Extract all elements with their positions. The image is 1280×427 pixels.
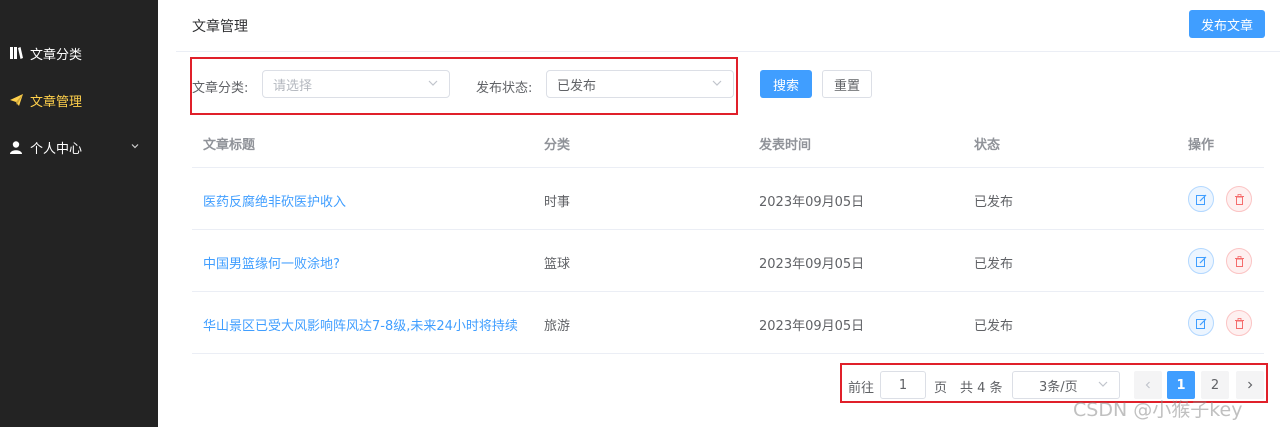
article-category: 时事	[544, 195, 571, 210]
sidebar-item-label: 文章分类	[30, 47, 83, 63]
article-table: 文章标题 分类 发表时间 状态 操作 医药反腐绝非砍医护收入 时事 2023年0…	[192, 115, 1264, 354]
book-icon	[8, 47, 24, 59]
page-size-value: 3条/页	[1039, 379, 1078, 395]
chevron-down-icon	[130, 140, 140, 155]
delete-button[interactable]	[1226, 248, 1252, 274]
article-date: 2023年09月05日	[759, 319, 865, 334]
category-select[interactable]: 请选择	[262, 70, 450, 98]
content-gutter	[158, 0, 176, 427]
column-header-status: 状态	[974, 138, 1001, 153]
publish-article-button[interactable]: 发布文章	[1189, 10, 1265, 38]
article-title-link[interactable]: 华山景区已受大风影响阵风达7-8级,未来24小时将持续	[203, 315, 518, 334]
article-date: 2023年09月05日	[759, 195, 865, 210]
main-panel: 文章管理 发布文章 文章分类: 请选择 发布状态: 已发布 搜索 重置 文章标题…	[176, 0, 1280, 427]
edit-button[interactable]	[1188, 186, 1214, 212]
article-title-link[interactable]: 中国男篮缘何一败涂地?	[203, 253, 340, 272]
table-row: 华山景区已受大风影响阵风达7-8级,未来24小时将持续 旅游 2023年09月0…	[192, 292, 1264, 354]
sidebar-item-article-management[interactable]: 文章管理	[0, 76, 158, 124]
user-icon	[8, 140, 24, 154]
trash-icon	[1234, 317, 1244, 329]
article-status: 已发布	[974, 319, 1014, 334]
sidebar-item-article-category[interactable]: 文章分类	[0, 29, 158, 77]
article-title-link[interactable]: 医药反腐绝非砍医护收入	[203, 191, 346, 210]
chevron-down-icon	[711, 77, 723, 93]
article-status: 已发布	[974, 195, 1014, 210]
status-filter-label: 发布状态:	[476, 81, 533, 96]
column-header-date: 发表时间	[759, 138, 812, 153]
sidebar: 文章分类 文章管理 个人中心	[0, 0, 158, 427]
page-title: 文章管理	[192, 19, 248, 35]
trash-icon	[1234, 193, 1244, 205]
chevron-left-icon	[1145, 381, 1150, 389]
delete-button[interactable]	[1226, 310, 1252, 336]
edit-icon	[1195, 256, 1206, 267]
sidebar-item-personal-center[interactable]: 个人中心	[0, 123, 158, 171]
table-row: 医药反腐绝非砍医护收入 时事 2023年09月05日 已发布	[192, 168, 1264, 230]
goto-suffix: 页	[934, 381, 948, 396]
send-icon	[8, 94, 24, 106]
status-select-value: 已发布	[557, 78, 597, 94]
delete-button[interactable]	[1226, 186, 1252, 212]
goto-page-input[interactable]	[880, 371, 926, 399]
edit-button[interactable]	[1188, 310, 1214, 336]
edit-icon	[1195, 194, 1206, 205]
chevron-right-icon	[1248, 381, 1253, 389]
chevron-down-icon	[1097, 378, 1109, 394]
column-header-category: 分类	[544, 138, 571, 153]
watermark: CSDN @小猴子key	[1073, 399, 1243, 421]
article-category: 旅游	[544, 319, 571, 334]
column-header-title: 文章标题	[203, 138, 256, 153]
chevron-down-icon	[427, 77, 439, 93]
article-date: 2023年09月05日	[759, 257, 865, 272]
page-header: 文章管理 发布文章	[176, 0, 1280, 52]
category-filter-label: 文章分类:	[192, 81, 249, 96]
sidebar-item-label: 文章管理	[30, 94, 83, 110]
status-select[interactable]: 已发布	[546, 70, 734, 98]
column-header-actions: 操作	[1188, 138, 1215, 153]
reset-button[interactable]: 重置	[822, 70, 872, 98]
edit-icon	[1195, 318, 1206, 329]
sidebar-item-label: 个人中心	[30, 141, 83, 157]
table-header: 文章标题 分类 发表时间 状态 操作	[192, 115, 1264, 168]
trash-icon	[1234, 255, 1244, 267]
search-button[interactable]: 搜索	[760, 70, 812, 98]
edit-button[interactable]	[1188, 248, 1214, 274]
goto-prefix: 前往	[848, 381, 875, 396]
total-count: 共 4 条	[960, 381, 1003, 396]
article-status: 已发布	[974, 257, 1014, 272]
table-row: 中国男篮缘何一败涂地? 篮球 2023年09月05日 已发布	[192, 230, 1264, 292]
category-select-placeholder: 请选择	[273, 78, 313, 94]
article-category: 篮球	[544, 257, 571, 272]
